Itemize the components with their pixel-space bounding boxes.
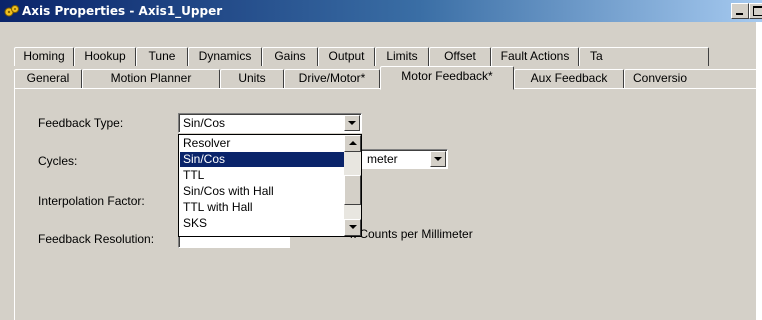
option-ttl[interactable]: TTL bbox=[180, 168, 344, 183]
scroll-up-arrow-icon[interactable] bbox=[344, 135, 361, 152]
tab-motion-planner[interactable]: Motion Planner bbox=[82, 69, 220, 88]
tab-output[interactable]: Output bbox=[318, 47, 375, 66]
cycles-label: Cycles: bbox=[38, 154, 78, 168]
scroll-thumb[interactable] bbox=[344, 175, 361, 205]
tab-motor-feedback[interactable]: Motor Feedback* bbox=[380, 66, 514, 90]
tab-general[interactable]: General bbox=[14, 69, 82, 88]
interpolation-factor-label: Interpolation Factor: bbox=[38, 194, 145, 208]
tab-drive-motor[interactable]: Drive/Motor* bbox=[284, 69, 380, 88]
option-sks[interactable]: SKS bbox=[180, 216, 344, 231]
axis-properties-icon bbox=[4, 3, 20, 19]
tab-tune[interactable]: Tune bbox=[136, 47, 188, 66]
feedback-resolution-unit: k Counts per Millimeter bbox=[350, 227, 473, 241]
feedback-type-select[interactable]: Sin/Cos bbox=[178, 113, 362, 133]
tab-homing[interactable]: Homing bbox=[14, 47, 74, 66]
feedback-type-value: Sin/Cos bbox=[183, 116, 226, 130]
title-bar[interactable]: Axis Properties - Axis1_Upper bbox=[0, 0, 762, 22]
feedback-resolution-label: Feedback Resolution: bbox=[38, 232, 155, 246]
maximize-button[interactable] bbox=[749, 3, 762, 19]
axis-properties-window: Axis Properties - Axis1_Upper Homing Hoo… bbox=[0, 0, 762, 320]
option-resolver[interactable]: Resolver bbox=[180, 136, 344, 151]
option-sin-cos[interactable]: Sin/Cos bbox=[180, 152, 344, 167]
scroll-down-arrow-icon[interactable] bbox=[344, 219, 361, 236]
tab-gains[interactable]: Gains bbox=[262, 47, 318, 66]
option-ttl-with-hall[interactable]: TTL with Hall bbox=[180, 200, 344, 215]
window-title: Axis Properties - Axis1_Upper bbox=[22, 4, 223, 18]
tab-offset[interactable]: Offset bbox=[429, 47, 491, 66]
feedback-type-label: Feedback Type: bbox=[38, 116, 124, 130]
tab-fault-actions[interactable]: Fault Actions bbox=[491, 47, 579, 66]
tab-limits[interactable]: Limits bbox=[375, 47, 429, 66]
window-right-edge bbox=[756, 22, 762, 320]
tab-tag[interactable]: Ta bbox=[579, 47, 709, 66]
cycles-unit-value: meter bbox=[367, 152, 398, 166]
feedback-type-dropdown-arrow[interactable] bbox=[344, 115, 360, 131]
feedback-type-dropdown-list[interactable]: Resolver Sin/Cos TTL Sin/Cos with Hall T… bbox=[178, 134, 362, 237]
dropdown-scrollbar[interactable] bbox=[344, 135, 361, 236]
tab-dynamics[interactable]: Dynamics bbox=[188, 47, 262, 66]
tab-aux-feedback[interactable]: Aux Feedback bbox=[514, 69, 624, 88]
minimize-button[interactable] bbox=[731, 3, 749, 19]
tab-hookup[interactable]: Hookup bbox=[74, 47, 136, 66]
tab-conversion[interactable]: Conversio bbox=[624, 69, 762, 88]
option-sin-cos-with-hall[interactable]: Sin/Cos with Hall bbox=[180, 184, 344, 199]
tab-units[interactable]: Units bbox=[220, 69, 284, 88]
cycles-unit-dropdown-arrow[interactable] bbox=[430, 151, 446, 167]
